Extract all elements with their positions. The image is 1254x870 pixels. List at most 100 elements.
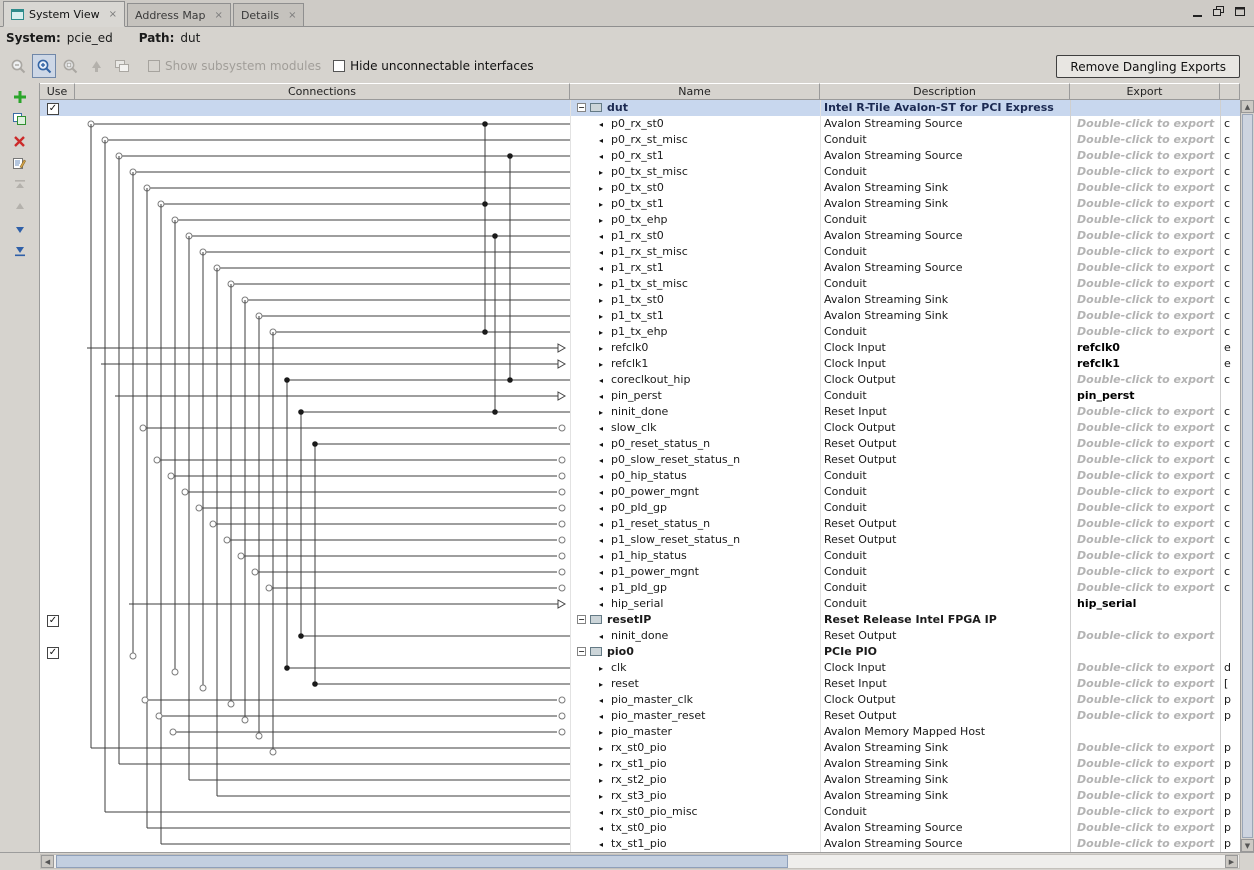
column-header-description[interactable]: Description bbox=[820, 83, 1070, 100]
export-cell[interactable] bbox=[1070, 644, 1220, 660]
collapse-icon[interactable]: − bbox=[577, 103, 586, 112]
export-cell[interactable] bbox=[1070, 100, 1220, 116]
interface-row[interactable]: ◂p0_reset_status_nReset OutputDouble-cli… bbox=[40, 436, 1240, 452]
interface-row[interactable]: ◂p0_rx_st_miscConduitDouble-click to exp… bbox=[40, 132, 1240, 148]
zoom-in-button[interactable] bbox=[32, 54, 56, 78]
minimize-icon[interactable] bbox=[1192, 6, 1204, 17]
add-button[interactable] bbox=[7, 86, 33, 108]
export-cell[interactable]: Double-click to export bbox=[1070, 212, 1220, 228]
export-cell[interactable]: Double-click to export bbox=[1070, 820, 1220, 836]
interface-row[interactable]: ◂p0_rx_st1Avalon Streaming SourceDouble-… bbox=[40, 148, 1240, 164]
export-cell[interactable]: Double-click to export bbox=[1070, 484, 1220, 500]
scroll-down-icon[interactable]: ▼ bbox=[1241, 839, 1254, 852]
tab-close-icon[interactable]: × bbox=[288, 10, 296, 21]
interface-row[interactable]: ▸rx_st3_pioAvalon Streaming SinkDouble-c… bbox=[40, 788, 1240, 804]
export-cell[interactable]: Double-click to export bbox=[1070, 292, 1220, 308]
interface-row[interactable]: ▸pio_masterAvalon Memory Mapped Host bbox=[40, 724, 1240, 740]
edit-button[interactable] bbox=[7, 152, 33, 174]
export-cell[interactable]: refclk1 bbox=[1070, 356, 1220, 372]
interface-row[interactable]: ▸p0_tx_ehpConduitDouble-click to exportc bbox=[40, 212, 1240, 228]
interface-row[interactable]: ▸p1_tx_st1Avalon Streaming SinkDouble-cl… bbox=[40, 308, 1240, 324]
tab-system-view[interactable]: System View × bbox=[3, 1, 125, 27]
export-cell[interactable] bbox=[1070, 612, 1220, 628]
remove-dangling-exports-button[interactable]: Remove Dangling Exports bbox=[1056, 55, 1240, 78]
scroll-left-icon[interactable]: ◀ bbox=[41, 855, 54, 868]
export-cell[interactable] bbox=[1070, 724, 1220, 740]
export-cell[interactable]: pin_perst bbox=[1070, 388, 1220, 404]
interface-row[interactable]: ▸p0_tx_st1Avalon Streaming SinkDouble-cl… bbox=[40, 196, 1240, 212]
export-cell[interactable]: Double-click to export bbox=[1070, 324, 1220, 340]
interface-row[interactable]: ▸p1_tx_ehpConduitDouble-click to exportc bbox=[40, 324, 1240, 340]
column-header-connections[interactable]: Connections bbox=[75, 83, 570, 100]
interface-row[interactable]: ◂pio_master_resetReset OutputDouble-clic… bbox=[40, 708, 1240, 724]
export-cell[interactable]: Double-click to export bbox=[1070, 836, 1220, 852]
interface-row[interactable]: ◂p0_power_mgntConduitDouble-click to exp… bbox=[40, 484, 1240, 500]
interface-row[interactable]: ◂p1_rx_st0Avalon Streaming SourceDouble-… bbox=[40, 228, 1240, 244]
interface-row[interactable]: ◂coreclkout_hipClock OutputDouble-click … bbox=[40, 372, 1240, 388]
column-header-use[interactable]: Use bbox=[40, 83, 75, 100]
move-bottom-button[interactable] bbox=[7, 240, 33, 262]
use-checkbox[interactable]: ✓ bbox=[47, 615, 59, 627]
export-cell[interactable]: Double-click to export bbox=[1070, 532, 1220, 548]
export-cell[interactable]: Double-click to export bbox=[1070, 788, 1220, 804]
export-cell[interactable]: Double-click to export bbox=[1070, 260, 1220, 276]
vertical-scrollbar[interactable]: ▲ ▼ bbox=[1240, 100, 1254, 852]
interface-row[interactable]: ◂pio_master_clkClock OutputDouble-click … bbox=[40, 692, 1240, 708]
export-cell[interactable]: Double-click to export bbox=[1070, 564, 1220, 580]
hide-unconnectable-checkbox[interactable] bbox=[333, 60, 345, 72]
export-cell[interactable]: Double-click to export bbox=[1070, 420, 1220, 436]
scroll-to-selection-button[interactable] bbox=[84, 54, 108, 78]
export-cell[interactable]: Double-click to export bbox=[1070, 228, 1220, 244]
show-subsystem-checkbox[interactable] bbox=[148, 60, 160, 72]
horizontal-scroll-thumb[interactable] bbox=[56, 855, 788, 868]
export-cell[interactable]: Double-click to export bbox=[1070, 164, 1220, 180]
interface-row[interactable]: ▸clkClock InputDouble-click to exportd bbox=[40, 660, 1240, 676]
interface-row[interactable]: ◂p0_hip_statusConduitDouble-click to exp… bbox=[40, 468, 1240, 484]
interface-row[interactable]: ◂p1_rx_st1Avalon Streaming SourceDouble-… bbox=[40, 260, 1240, 276]
module-row[interactable]: ✓−resetIPReset Release Intel FPGA IP bbox=[40, 612, 1240, 628]
interface-row[interactable]: ▸refclk1Clock Inputrefclk1e bbox=[40, 356, 1240, 372]
module-row[interactable]: ✓−pio0PCIe PIO bbox=[40, 644, 1240, 660]
zoom-out-button[interactable] bbox=[6, 54, 30, 78]
maximize-icon[interactable] bbox=[1234, 6, 1246, 17]
interface-row[interactable]: ◂p1_pld_gpConduitDouble-click to exportc bbox=[40, 580, 1240, 596]
interface-row[interactable]: ▸p1_tx_st0Avalon Streaming SinkDouble-cl… bbox=[40, 292, 1240, 308]
column-header-export[interactable]: Export bbox=[1070, 83, 1220, 100]
interface-row[interactable]: ◂p1_power_mgntConduitDouble-click to exp… bbox=[40, 564, 1240, 580]
remove-button[interactable] bbox=[7, 130, 33, 152]
interface-row[interactable]: ◂ninit_doneReset OutputDouble-click to e… bbox=[40, 628, 1240, 644]
export-cell[interactable]: Double-click to export bbox=[1070, 580, 1220, 596]
export-cell[interactable]: Double-click to export bbox=[1070, 132, 1220, 148]
interface-row[interactable]: ▸rx_st1_pioAvalon Streaming SinkDouble-c… bbox=[40, 756, 1240, 772]
duplicate-button[interactable] bbox=[7, 108, 33, 130]
interface-row[interactable]: ◂p0_pld_gpConduitDouble-click to exportc bbox=[40, 500, 1240, 516]
export-cell[interactable]: Double-click to export bbox=[1070, 468, 1220, 484]
restore-icon[interactable] bbox=[1213, 6, 1225, 17]
interface-row[interactable]: ▸rx_st2_pioAvalon Streaming SinkDouble-c… bbox=[40, 772, 1240, 788]
collapse-icon[interactable]: − bbox=[577, 615, 586, 624]
export-cell[interactable]: Double-click to export bbox=[1070, 308, 1220, 324]
export-cell[interactable]: Double-click to export bbox=[1070, 148, 1220, 164]
export-cell[interactable]: Double-click to export bbox=[1070, 804, 1220, 820]
interface-row[interactable]: ▸p1_tx_st_miscConduitDouble-click to exp… bbox=[40, 276, 1240, 292]
export-cell[interactable]: Double-click to export bbox=[1070, 404, 1220, 420]
move-down-button[interactable] bbox=[7, 218, 33, 240]
use-checkbox[interactable]: ✓ bbox=[47, 647, 59, 659]
export-cell[interactable]: Double-click to export bbox=[1070, 196, 1220, 212]
interface-row[interactable]: ◂tx_st1_pioAvalon Streaming SourceDouble… bbox=[40, 836, 1240, 852]
column-header-name[interactable]: Name bbox=[570, 83, 820, 100]
interface-row[interactable]: ◂p0_rx_st0Avalon Streaming SourceDouble-… bbox=[40, 116, 1240, 132]
export-cell[interactable]: Double-click to export bbox=[1070, 372, 1220, 388]
horizontal-scrollbar[interactable]: ◀ ▶ bbox=[0, 852, 1254, 870]
export-cell[interactable]: Double-click to export bbox=[1070, 452, 1220, 468]
scroll-up-icon[interactable]: ▲ bbox=[1241, 100, 1254, 113]
tab-close-icon[interactable]: × bbox=[215, 10, 223, 21]
export-cell[interactable]: Double-click to export bbox=[1070, 772, 1220, 788]
export-cell[interactable]: Double-click to export bbox=[1070, 276, 1220, 292]
move-top-button[interactable] bbox=[7, 174, 33, 196]
interface-row[interactable]: ◂rx_st0_pio_miscConduitDouble-click to e… bbox=[40, 804, 1240, 820]
collapse-icon[interactable]: − bbox=[577, 647, 586, 656]
export-cell[interactable]: Double-click to export bbox=[1070, 740, 1220, 756]
export-cell[interactable]: Double-click to export bbox=[1070, 756, 1220, 772]
move-up-button[interactable] bbox=[7, 196, 33, 218]
